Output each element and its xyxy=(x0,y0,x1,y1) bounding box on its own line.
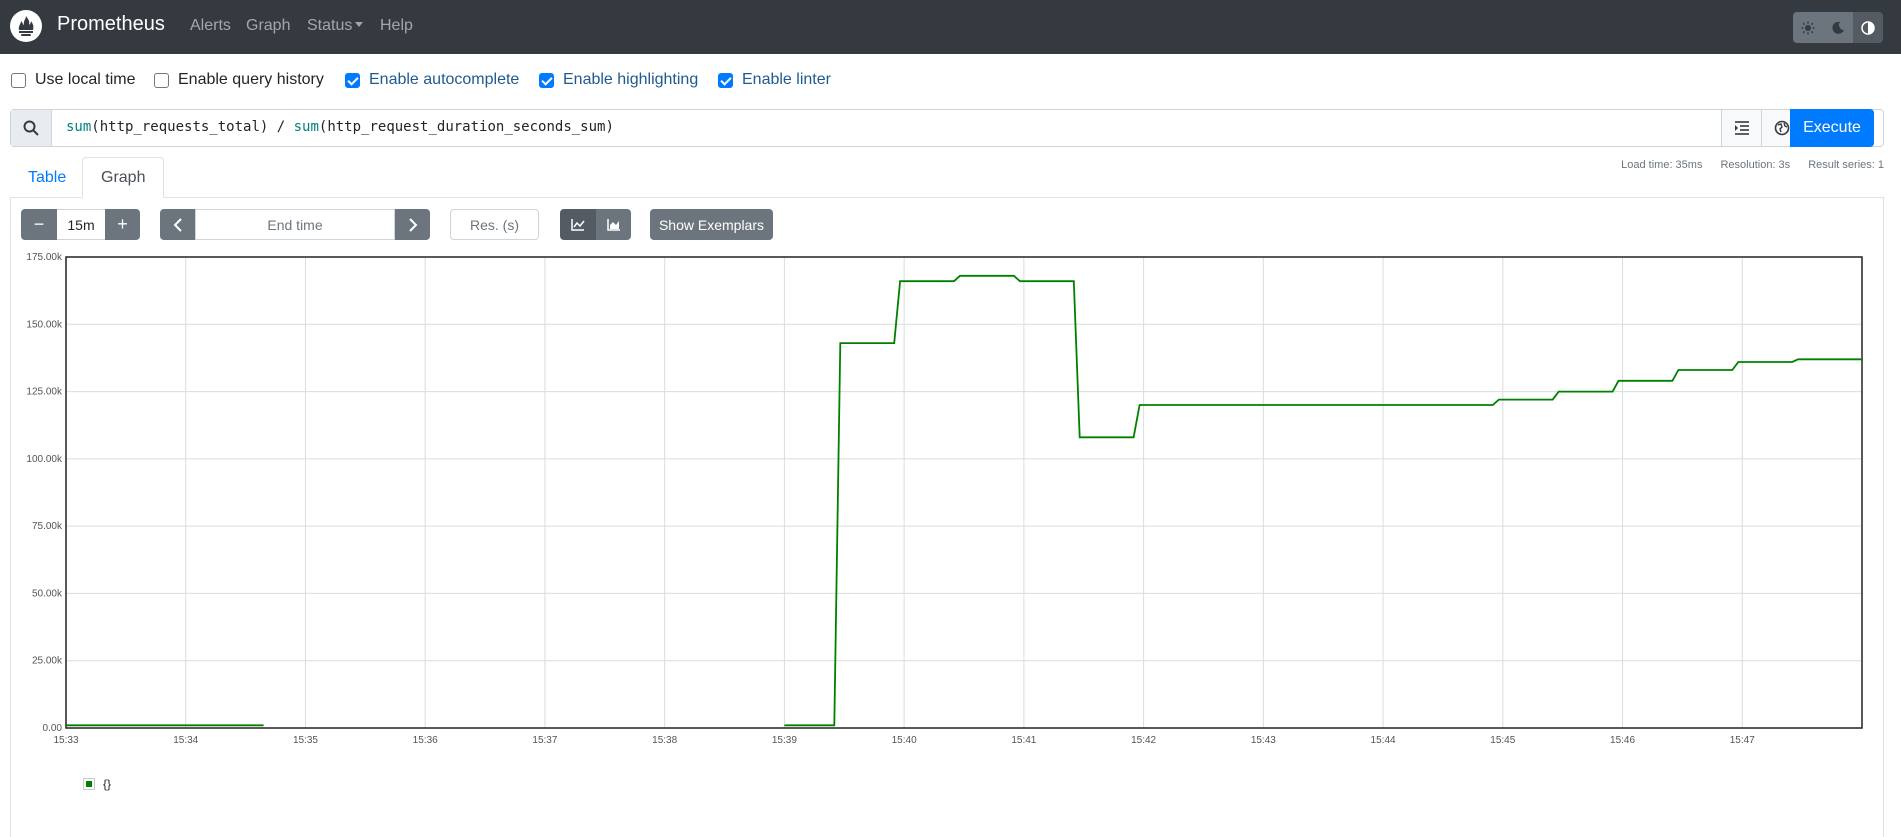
y-tick-label: 75.00k xyxy=(32,521,63,532)
sun-icon xyxy=(1801,21,1815,34)
option-label: Enable highlighting xyxy=(563,71,699,88)
indent-icon xyxy=(1734,121,1749,135)
globe-icon xyxy=(1774,120,1789,136)
query-fn: sum xyxy=(66,119,92,135)
y-tick-label: 175.00k xyxy=(26,252,63,263)
end-time-input[interactable]: End time xyxy=(195,209,395,240)
x-tick-label: 15:39 xyxy=(772,735,797,746)
y-tick-label: 100.00k xyxy=(26,454,63,465)
option-use-local-time[interactable]: Use local time xyxy=(11,71,135,89)
nav-status-label: Status xyxy=(307,17,353,34)
y-tick-label: 50.00k xyxy=(32,588,63,599)
graph-chart[interactable]: 0.00 25.00k 50.00k 75.00k 100.00k 125.00k 150.… xyxy=(0,250,1901,750)
x-tick-label: 15:46 xyxy=(1610,735,1635,746)
time-back-button[interactable] xyxy=(160,209,195,240)
tab-table[interactable]: Table xyxy=(10,157,84,198)
nav-alerts[interactable]: Alerts xyxy=(190,17,231,35)
checkbox-checked[interactable] xyxy=(539,72,554,88)
nav-graph[interactable]: Graph xyxy=(246,17,290,35)
time-forward-button[interactable] xyxy=(395,209,430,240)
range-input[interactable]: 15m xyxy=(57,209,105,240)
theme-toggle-group xyxy=(1793,12,1883,43)
brand-title[interactable]: Prometheus xyxy=(57,13,165,36)
theme-light-button[interactable] xyxy=(1793,12,1823,43)
x-tick-label: 15:34 xyxy=(173,735,198,746)
option-label: Enable linter xyxy=(742,71,831,88)
option-label: Enable query history xyxy=(178,71,324,88)
prometheus-logo-icon[interactable] xyxy=(10,10,42,42)
y-tick-label: 0.00 xyxy=(43,723,63,734)
show-exemplars-button[interactable]: Show Exemplars xyxy=(650,209,773,240)
option-highlighting[interactable]: Enable highlighting xyxy=(539,71,698,89)
unstacked-chart-button[interactable] xyxy=(560,209,596,240)
checkbox-checked[interactable] xyxy=(345,72,360,88)
x-tick-label: 15:40 xyxy=(892,735,917,746)
moon-icon xyxy=(1832,21,1844,34)
legend: {} xyxy=(83,777,111,791)
navbar: Prometheus Alerts Graph Status Help xyxy=(0,0,1901,54)
search-icon-box xyxy=(11,110,52,146)
query-input[interactable]: sum(http_requests_total) / sum(http_requ… xyxy=(66,119,614,135)
x-tick-label: 15:41 xyxy=(1011,735,1036,746)
theme-auto-button[interactable] xyxy=(1853,12,1883,43)
plot-frame xyxy=(65,256,1863,729)
load-time: Load time: 35ms xyxy=(1621,159,1703,171)
option-autocomplete[interactable]: Enable autocomplete xyxy=(345,71,519,89)
query-text: (http_requests_total) / xyxy=(91,119,294,135)
area-chart-icon xyxy=(606,218,620,231)
checkbox[interactable] xyxy=(11,72,26,88)
x-tick-label: 15:43 xyxy=(1251,735,1276,746)
format-expression-button[interactable] xyxy=(1721,110,1761,146)
execute-button[interactable]: Execute xyxy=(1790,109,1874,147)
result-series: Result series: 1 xyxy=(1808,159,1884,171)
checkbox[interactable] xyxy=(154,72,169,88)
query-bar: sum(http_requests_total) / sum(http_requ… xyxy=(10,109,1884,147)
x-tick-label: 15:47 xyxy=(1730,735,1755,746)
stacked-chart-button[interactable] xyxy=(596,209,631,240)
checkbox-checked[interactable] xyxy=(718,72,733,88)
range-decrease-button[interactable]: − xyxy=(21,209,57,240)
nav-status[interactable]: Status xyxy=(307,17,364,35)
option-label: Enable autocomplete xyxy=(369,71,520,88)
resolution-input[interactable]: Res. (s) xyxy=(450,209,539,240)
y-tick-label: 150.00k xyxy=(26,319,63,330)
x-tick-label: 15:37 xyxy=(532,735,557,746)
query-stats: Load time: 35ms Resolution: 3s Result se… xyxy=(1621,159,1884,171)
nav-help[interactable]: Help xyxy=(380,17,413,35)
legend-swatch[interactable] xyxy=(83,778,95,790)
x-tick-label: 15:38 xyxy=(652,735,677,746)
search-icon xyxy=(23,120,39,136)
chevron-right-icon xyxy=(408,217,417,232)
query-text: (http_request_duration_seconds_sum) xyxy=(318,119,614,135)
y-tick-label: 125.00k xyxy=(26,387,63,398)
y-tick-label: 25.00k xyxy=(32,656,63,667)
x-tick-label: 15:33 xyxy=(53,735,78,746)
theme-dark-button[interactable] xyxy=(1823,12,1853,43)
resolution: Resolution: 3s xyxy=(1720,159,1791,171)
x-tick-label: 15:44 xyxy=(1371,735,1396,746)
option-linter[interactable]: Enable linter xyxy=(718,71,831,89)
x-tick-label: 15:42 xyxy=(1131,735,1156,746)
x-tick-label: 15:36 xyxy=(413,735,438,746)
tab-graph[interactable]: Graph xyxy=(82,157,165,198)
x-tick-label: 15:35 xyxy=(293,735,318,746)
query-fn: sum xyxy=(293,119,319,135)
contrast-icon xyxy=(1861,20,1875,35)
range-increase-button[interactable]: + xyxy=(105,209,140,240)
line-chart-icon xyxy=(571,218,585,231)
option-label: Use local time xyxy=(35,71,136,88)
chevron-left-icon xyxy=(173,217,182,232)
series-line xyxy=(784,274,1862,727)
x-tick-label: 15:45 xyxy=(1490,735,1515,746)
option-query-history[interactable]: Enable query history xyxy=(154,71,324,89)
legend-series-label: {} xyxy=(103,777,112,791)
chevron-down-icon xyxy=(355,22,364,27)
